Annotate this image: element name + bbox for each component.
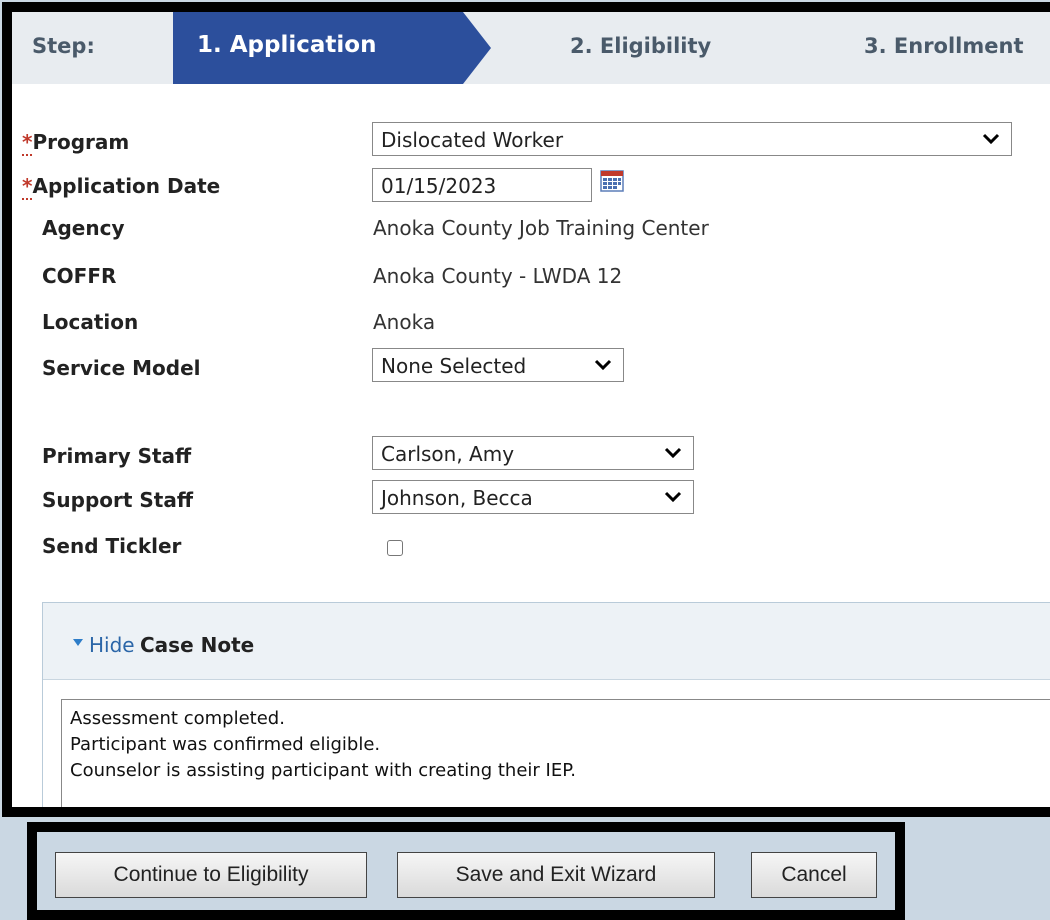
case-note-panel: Hide Case Note Assessment completed. Par…	[42, 602, 1050, 807]
service-model-select[interactable]: None Selected	[372, 348, 624, 382]
cancel-button[interactable]: Cancel	[751, 852, 877, 898]
calendar-icon[interactable]	[600, 170, 624, 192]
button-bar: Continue to Eligibility Save and Exit Wi…	[27, 822, 905, 920]
chevron-down-icon	[594, 359, 612, 371]
save-and-exit-wizard-button[interactable]: Save and Exit Wizard	[397, 852, 715, 898]
primary-staff-value: Carlson, Amy	[381, 442, 515, 466]
collapse-triangle-icon	[73, 639, 83, 646]
support-staff-select[interactable]: Johnson, Becca	[372, 480, 694, 514]
application-date-input[interactable]: 01/15/2023	[372, 168, 592, 202]
step-eligibility: 2. Eligibility	[570, 34, 712, 58]
hide-toggle-link[interactable]: Hide	[89, 633, 135, 657]
send-tickler-checkbox[interactable]	[387, 540, 403, 556]
step-application-active: 1. Application	[173, 12, 491, 84]
case-note-textarea[interactable]: Assessment completed. Participant was co…	[61, 699, 1050, 807]
required-marker: *	[22, 174, 33, 200]
service-model-value: None Selected	[381, 354, 527, 378]
case-note-line: Assessment completed.	[70, 708, 285, 729]
coffr-label: COFFR	[42, 264, 117, 288]
agency-value: Anoka County Job Training Center	[373, 216, 709, 240]
application-date-label: *Application Date	[22, 174, 221, 200]
case-note-title: Case Note	[140, 633, 255, 657]
application-wizard-panel: Step: 1. Application 2. Eligibility 3. E…	[2, 2, 1050, 817]
coffr-value: Anoka County - LWDA 12	[373, 264, 623, 288]
chevron-down-icon	[664, 447, 682, 459]
step-enrollment: 3. Enrollment	[864, 34, 1024, 58]
step-bar: Step: 1. Application 2. Eligibility 3. E…	[12, 12, 1050, 84]
case-note-header[interactable]: Hide Case Note	[43, 603, 1050, 680]
continue-to-eligibility-button[interactable]: Continue to Eligibility	[55, 852, 367, 898]
required-marker: *	[22, 130, 33, 156]
chevron-down-icon	[664, 491, 682, 503]
primary-staff-select[interactable]: Carlson, Amy	[372, 436, 694, 470]
support-staff-value: Johnson, Becca	[381, 486, 533, 510]
location-label: Location	[42, 310, 139, 334]
program-value: Dislocated Worker	[381, 128, 564, 152]
case-note-line: Participant was confirmed eligible.	[70, 734, 381, 755]
step-label: Step:	[32, 34, 95, 58]
service-model-label: Service Model	[42, 356, 201, 380]
step-application-label: 1. Application	[197, 32, 377, 58]
primary-staff-label: Primary Staff	[42, 444, 192, 468]
support-staff-label: Support Staff	[42, 488, 194, 512]
chevron-down-icon	[982, 133, 1000, 145]
agency-label: Agency	[42, 216, 125, 240]
location-value: Anoka	[373, 310, 436, 334]
program-select[interactable]: Dislocated Worker	[372, 122, 1012, 156]
application-date-value: 01/15/2023	[381, 174, 497, 198]
case-note-line: Counselor is assisting participant with …	[70, 760, 576, 781]
send-tickler-label: Send Tickler	[42, 534, 182, 558]
program-label: *Program	[22, 130, 130, 156]
